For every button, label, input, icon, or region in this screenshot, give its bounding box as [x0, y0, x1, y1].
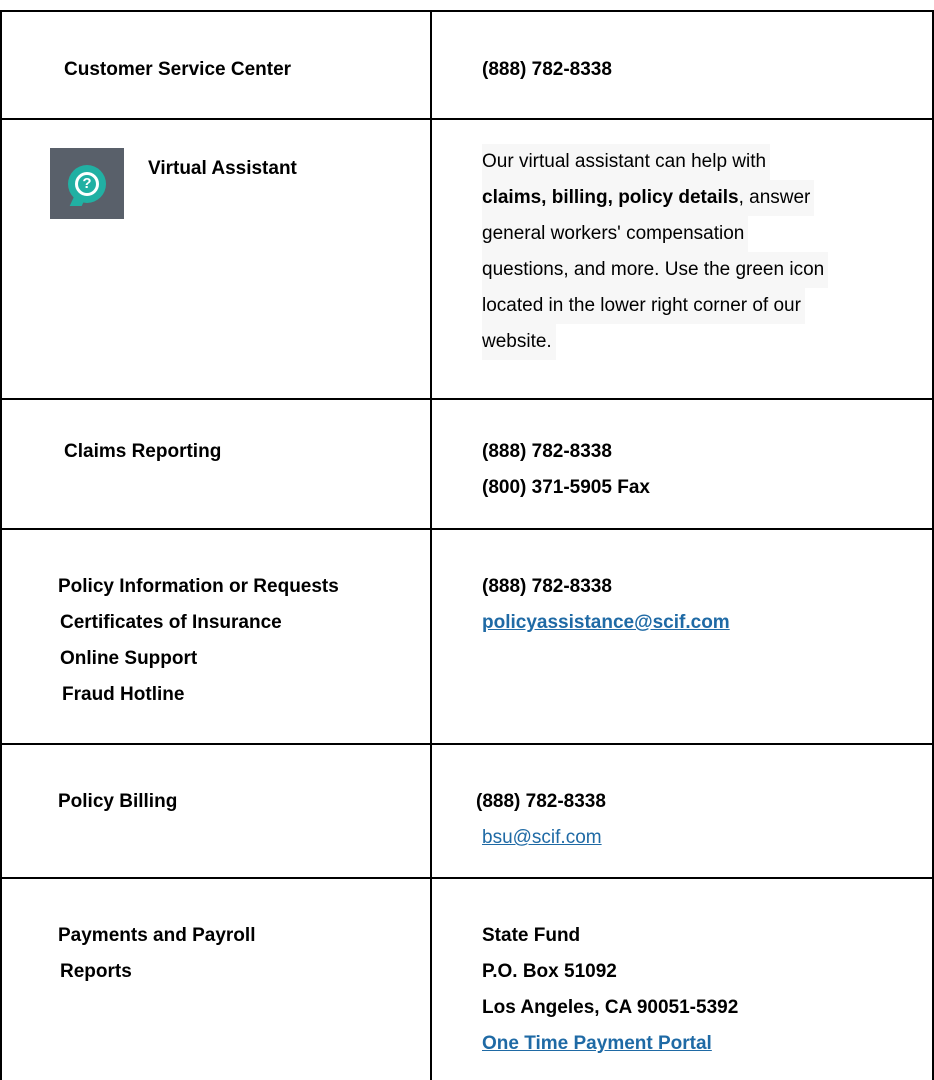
table-center-divider	[430, 10, 432, 1080]
row-label: Payments and Payroll Reports	[58, 918, 255, 990]
row-label: Policy Billing	[58, 790, 177, 814]
label-line: Online Support	[60, 648, 198, 669]
label-line: Virtual Assistant	[148, 158, 297, 179]
row-divider	[0, 528, 934, 530]
phone-number: (888) 782-8338	[476, 791, 606, 812]
row-divider	[0, 743, 934, 745]
policy-assistance-email-link[interactable]: policyassistance@scif.com	[482, 605, 730, 641]
description-line: claims, billing, policy details, answer	[482, 180, 815, 216]
label-line: Customer Service Center	[64, 59, 292, 80]
phone-number: (888) 782-8338	[482, 59, 612, 80]
billing-email-link[interactable]: bsu@scif.com	[476, 820, 606, 856]
phone-number: (888) 782-8338	[482, 441, 612, 462]
row-value: (888) 782-8338	[482, 58, 612, 82]
description-line: located in the lower right corner of our	[482, 288, 805, 324]
table-left-border	[0, 10, 2, 1080]
mailing-city: Los Angeles, CA 90051-5392	[482, 997, 739, 1018]
table-top-border	[0, 10, 934, 12]
label-line: Policy Billing	[58, 791, 178, 812]
phone-number: (888) 782-8338	[482, 576, 612, 597]
label-line: Payments and Payroll	[58, 925, 256, 946]
label-line: Policy Information or Requests	[58, 576, 339, 597]
mailing-name: State Fund	[482, 925, 581, 946]
fax-number: (800) 371-5905 Fax	[482, 477, 650, 498]
row-label: Policy Information or Requests Certifica…	[58, 569, 339, 713]
row-value: (888) 782-8338 (800) 371-5905 Fax	[482, 434, 650, 506]
label-line: Claims Reporting	[64, 441, 222, 462]
row-value: (888) 782-8338 bsu@scif.com	[476, 784, 606, 856]
row-divider	[0, 877, 934, 879]
row-label: Virtual Assistant	[148, 157, 297, 181]
description-line: Our virtual assistant can help with	[482, 144, 771, 180]
description-line: website.	[482, 324, 556, 360]
label-line: Fraud Hotline	[62, 684, 185, 705]
mailing-po-box: P.O. Box 51092	[482, 961, 617, 982]
label-line: Reports	[60, 961, 132, 982]
virtual-assistant-description: Our virtual assistant can help with clai…	[482, 144, 829, 360]
chat-question-icon: ?	[50, 148, 124, 219]
label-line: Certificates of Insurance	[60, 612, 282, 633]
row-value: (888) 782-8338 policyassistance@scif.com	[482, 569, 730, 641]
description-line: questions, and more. Use the green icon	[482, 252, 829, 288]
row-value: State Fund P.O. Box 51092 Los Angeles, C…	[482, 918, 738, 1062]
row-label: Claims Reporting	[64, 440, 221, 464]
payment-portal-link[interactable]: One Time Payment Portal	[482, 1026, 738, 1062]
row-divider	[0, 398, 934, 400]
description-line: general workers' compensation	[482, 216, 749, 252]
row-label: Customer Service Center	[64, 58, 291, 82]
row-divider	[0, 118, 934, 120]
